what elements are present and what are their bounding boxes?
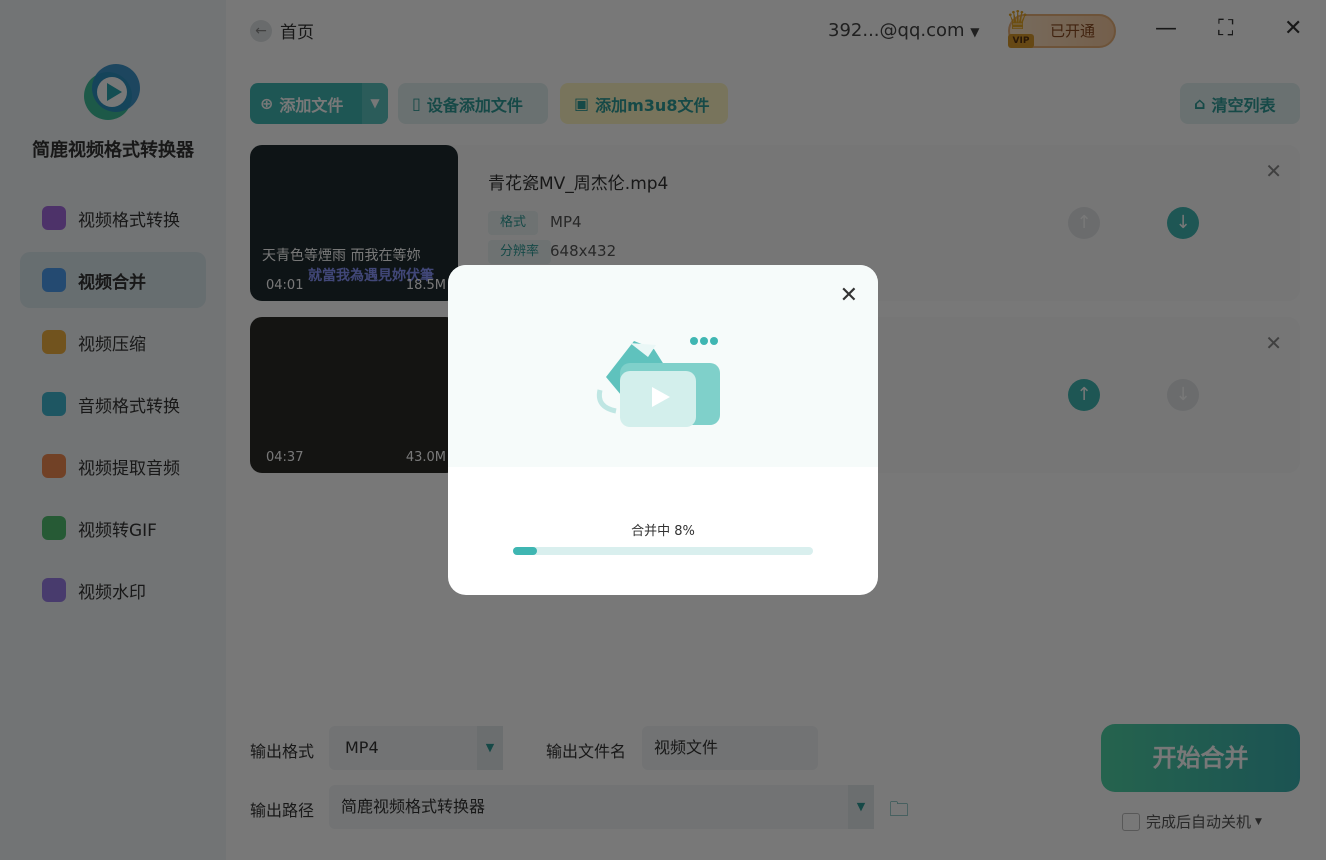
file-name: 青花瓷MV_周杰伦.mp4 [488, 174, 669, 194]
phone-icon: ▯ [412, 94, 421, 113]
checkbox[interactable] [1122, 812, 1140, 831]
progress-status: 合并中 8% [631, 524, 695, 539]
merging-video-illustration [596, 337, 720, 427]
move-down-button[interactable]: ↓ [1167, 379, 1199, 411]
caret-down-icon: ▼ [477, 726, 503, 770]
progress-bar [513, 547, 813, 555]
sidebar-item[interactable]: 视频提取音频 [20, 438, 206, 494]
sidebar-item-label: 视频格式转换 [78, 210, 180, 231]
video-thumbnail[interactable]: 天青色等煙雨 而我在等妳 就當我為遇見妳伏筆 04:01 18.5M [250, 145, 458, 301]
sidebar-item[interactable]: 音频格式转换 [20, 376, 206, 432]
close-window-button[interactable]: ✕ [1284, 16, 1302, 41]
output-format-label: 输出格式 [250, 742, 315, 761]
vip-badge-label: VIP [1008, 34, 1034, 48]
sidebar-item-icon [42, 268, 66, 292]
video-thumbnail[interactable]: 04:37 43.0M [250, 317, 458, 473]
sidebar-item-icon [42, 206, 66, 230]
file-size: 43.0M [405, 450, 446, 465]
duration: 04:37 [266, 450, 304, 465]
add-file-dropdown[interactable]: ▼ [362, 83, 388, 124]
vip-crown: ♛ VIP [1004, 6, 1040, 50]
folder-icon[interactable]: 🗀 [889, 795, 909, 829]
caret-down-icon: ▼ [1255, 816, 1262, 827]
remove-file-button[interactable]: ✕ [1265, 159, 1282, 183]
sidebar-item-icon [42, 578, 66, 602]
app-logo [84, 64, 140, 120]
caret-down-icon: ▼ [970, 25, 980, 39]
sidebar-item[interactable]: 视频压缩 [20, 314, 206, 370]
app-name: 简鹿视频格式转换器 [32, 140, 194, 161]
file-size: 18.5M [405, 278, 446, 293]
output-filename-input[interactable]: 视频文件 [642, 726, 818, 770]
add-file-label: 添加文件 [279, 95, 344, 115]
back-arrow-icon: ← [250, 19, 272, 42]
format-value: MP4 [550, 213, 582, 231]
sidebar-item-label: 视频水印 [78, 582, 146, 603]
output-filename-label: 输出文件名 [546, 742, 627, 761]
user-account-dropdown[interactable]: 392...@qq.com ▼ [828, 20, 980, 41]
sidebar-item-label: 视频转GIF [78, 520, 157, 541]
auto-shutdown-checkbox[interactable]: 完成后自动关机 ▼ [1122, 811, 1262, 832]
remove-file-button[interactable]: ✕ [1265, 331, 1282, 355]
auto-shutdown-label: 完成后自动关机 [1146, 813, 1252, 831]
back-home-button[interactable]: ← 首页 [250, 18, 314, 43]
minimize-button[interactable]: — [1155, 16, 1177, 41]
output-filename-value: 视频文件 [654, 738, 719, 757]
video-file-icon: ▣ [574, 94, 590, 113]
sidebar: 简鹿视频格式转换器 视频格式转换 视频合并视频压缩音频格式转换 视频提取音频 视频转G… [0, 0, 226, 860]
resolution-tag: 分辨率 [488, 240, 552, 264]
duration: 04:01 [266, 278, 304, 293]
sidebar-item-label: 视频压缩 [78, 334, 146, 355]
sidebar-item[interactable]: 视频格式转换 [20, 190, 206, 246]
device-add-label: 设备添加文件 [426, 95, 523, 115]
caret-down-icon: ▼ [848, 785, 874, 829]
add-m3u8-button[interactable]: ▣ 添加m3u8文件 [560, 83, 728, 124]
back-label: 首页 [280, 23, 314, 43]
sidebar-item[interactable]: 视频水印 [20, 562, 206, 618]
add-m3u8-label: 添加m3u8文件 [595, 95, 710, 115]
output-format-value: MP4 [345, 738, 379, 757]
thumbnail-subtitle: 天青色等煙雨 而我在等妳 [262, 248, 421, 264]
start-merge-button[interactable]: 开始合并 [1101, 724, 1300, 792]
sidebar-item-label: 视频合并 [78, 272, 146, 293]
output-format-select[interactable]: MP4 ▼ [329, 726, 503, 770]
clear-list-label: 清空列表 [1211, 95, 1276, 115]
dialog-illustration-area [448, 265, 878, 467]
sidebar-item[interactable]: 视频合并 [20, 252, 206, 308]
output-path-select[interactable]: 简鹿视频格式转换器 ▼ [329, 785, 874, 829]
vip-crown-icon: ♛ [1006, 6, 1030, 36]
sidebar-item-icon [42, 330, 66, 354]
clear-list-button[interactable]: ⌂ 清空列表 [1180, 83, 1300, 124]
move-down-button[interactable]: ↓ [1167, 207, 1199, 239]
output-path-label: 输出路径 [250, 801, 315, 820]
progress-fill [513, 547, 537, 555]
move-up-button[interactable]: ↑ [1068, 207, 1100, 239]
sidebar-item-icon [42, 454, 66, 478]
move-up-button[interactable]: ↑ [1068, 379, 1100, 411]
output-path-value: 简鹿视频格式转换器 [341, 797, 486, 816]
broom-icon: ⌂ [1194, 94, 1206, 113]
sidebar-item[interactable]: 视频转GIF [20, 500, 206, 556]
sidebar-item-label: 音频格式转换 [78, 396, 180, 417]
maximize-button[interactable]: ⛶ [1218, 16, 1233, 41]
device-add-button[interactable]: ▯ 设备添加文件 [398, 83, 548, 124]
format-tag: 格式 [488, 211, 539, 235]
sidebar-item-icon [42, 516, 66, 540]
close-dialog-button[interactable]: ✕ [840, 283, 858, 308]
sidebar-item-label: 视频提取音频 [78, 458, 180, 479]
sidebar-item-icon [42, 392, 66, 416]
resolution-value: 648x432 [550, 242, 617, 260]
add-file-button[interactable]: ⊕ 添加文件 ▼ [250, 83, 388, 124]
merge-progress-dialog: ✕ 合并中 8% [448, 265, 878, 595]
user-email: 392...@qq.com [828, 20, 965, 41]
plus-icon: ⊕ [260, 94, 274, 113]
